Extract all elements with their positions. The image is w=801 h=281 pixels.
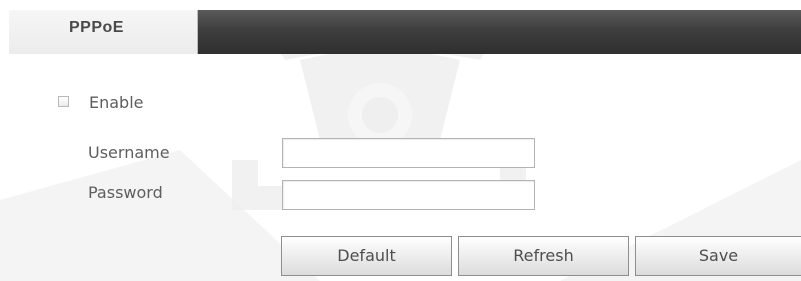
username-label: Username <box>88 143 170 162</box>
enable-checkbox[interactable] <box>58 96 69 107</box>
top-strip <box>0 0 801 10</box>
refresh-button[interactable]: Refresh <box>458 236 629 276</box>
tab-pppoe-label: PPPoE <box>69 19 124 36</box>
username-input[interactable] <box>282 138 535 168</box>
enable-label: Enable <box>89 93 144 112</box>
password-input[interactable] <box>282 180 535 210</box>
password-label: Password <box>88 183 163 202</box>
default-button[interactable]: Default <box>281 236 452 276</box>
pppoe-settings-page: PPPoE Enable Username Password Default R… <box>0 0 801 281</box>
tab-pppoe[interactable]: PPPoE <box>9 10 198 54</box>
save-button[interactable]: Save <box>635 236 801 276</box>
